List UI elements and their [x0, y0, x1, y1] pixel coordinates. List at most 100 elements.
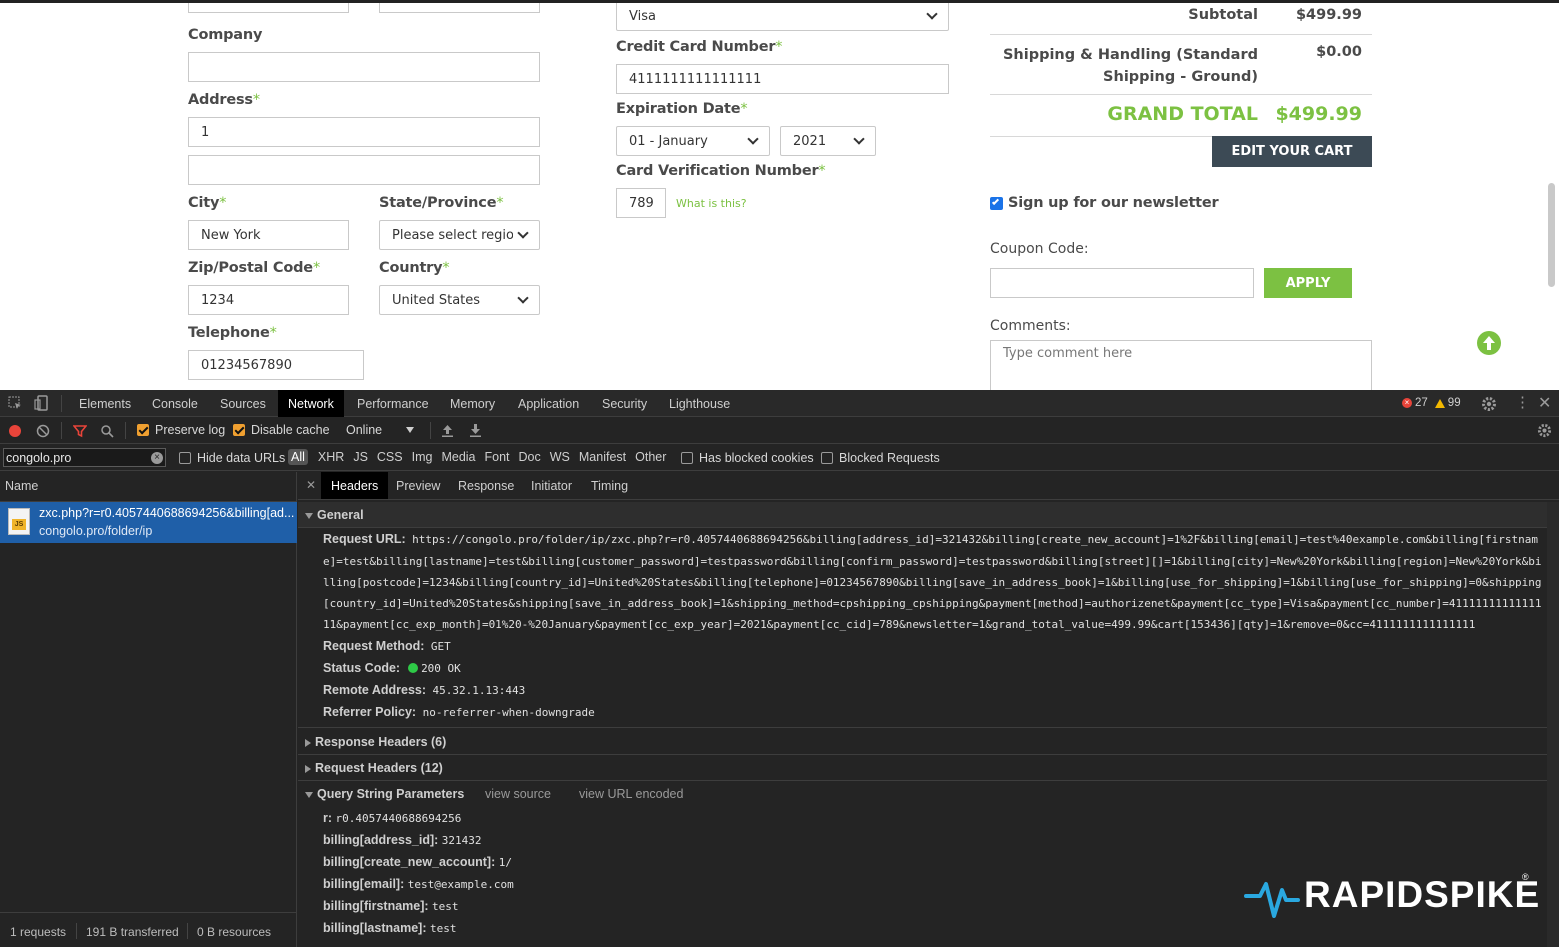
- clear-icon[interactable]: [36, 424, 50, 438]
- device-toolbar-icon[interactable]: [34, 395, 49, 411]
- response-headers-section[interactable]: Response Headers (6): [305, 735, 446, 749]
- apply-coupon-button[interactable]: APPLY: [1264, 268, 1352, 298]
- general-section-header[interactable]: [298, 502, 1559, 528]
- cvv-field[interactable]: 789: [616, 188, 666, 218]
- filter-type-css[interactable]: CSS: [377, 450, 403, 464]
- detail-scrollbar[interactable]: [1547, 502, 1559, 947]
- company-field[interactable]: [188, 52, 540, 82]
- tab-security[interactable]: Security: [602, 390, 647, 417]
- state-select[interactable]: Please select regior: [379, 220, 540, 250]
- filter-icon[interactable]: [73, 424, 87, 438]
- general-title[interactable]: General: [305, 508, 364, 522]
- cvv-help-link[interactable]: What is this?: [676, 197, 747, 210]
- clear-filter-icon[interactable]: ×: [151, 452, 163, 464]
- filter-type-font[interactable]: Font: [485, 450, 510, 464]
- divider: [298, 754, 1547, 755]
- status-bar: 1 requests 191 B transferred 0 B resourc…: [0, 912, 297, 947]
- tab-timing[interactable]: Timing: [591, 472, 628, 499]
- search-icon[interactable]: [100, 424, 114, 438]
- export-har-icon[interactable]: [469, 423, 482, 438]
- filter-bar: congolo.pro × Hide data URLs All XHR JS …: [0, 444, 1559, 471]
- divider: [125, 422, 126, 439]
- tab-headers[interactable]: Headers: [321, 472, 389, 499]
- tab-network[interactable]: Network: [278, 390, 344, 417]
- filter-type-ws[interactable]: WS: [550, 450, 570, 464]
- blocked-requests-checkbox[interactable]: Blocked Requests: [821, 451, 940, 465]
- comments-field[interactable]: Type comment here: [990, 340, 1372, 390]
- tab-elements[interactable]: Elements: [79, 390, 131, 417]
- filter-type-other[interactable]: Other: [635, 450, 666, 464]
- state-label: State/Province*: [379, 195, 504, 211]
- scroll-to-top-icon[interactable]: [1476, 330, 1502, 356]
- hide-data-urls-checkbox[interactable]: Hide data URLs: [179, 451, 285, 465]
- country-select[interactable]: United States: [379, 285, 540, 315]
- cc-type-select[interactable]: Visa: [616, 3, 949, 31]
- tab-memory[interactable]: Memory: [450, 390, 495, 417]
- view-url-encoded-link[interactable]: view URL encoded: [579, 787, 683, 801]
- edit-cart-button[interactable]: EDIT YOUR CART: [1212, 136, 1372, 167]
- filter-type-media[interactable]: Media: [441, 450, 475, 464]
- page-scrollbar[interactable]: [1548, 183, 1555, 287]
- tab-sources[interactable]: Sources: [220, 390, 266, 417]
- tab-response[interactable]: Response: [458, 472, 514, 499]
- close-detail-icon[interactable]: ✕: [306, 478, 316, 492]
- filter-input[interactable]: congolo.pro: [3, 448, 166, 467]
- filter-type-manifest[interactable]: Manifest: [579, 450, 626, 464]
- divider: [298, 780, 1547, 781]
- more-options-icon[interactable]: ⋮: [1515, 394, 1530, 412]
- chevron-down-icon: [517, 227, 529, 239]
- coupon-field[interactable]: [990, 268, 1254, 298]
- city-field[interactable]: New York: [188, 220, 349, 250]
- tab-performance[interactable]: Performance: [357, 390, 429, 417]
- filter-type-doc[interactable]: Doc: [519, 450, 541, 464]
- preserve-log-checkbox[interactable]: Preserve log: [137, 423, 225, 437]
- exp-year-select[interactable]: 2021: [780, 126, 876, 156]
- address2-field[interactable]: [188, 155, 540, 185]
- request-row-selected[interactable]: JS zxc.php?r=r0.4057440688694256&billing…: [0, 502, 297, 543]
- filter-type-xhr[interactable]: XHR: [318, 450, 344, 464]
- address-field[interactable]: 1: [188, 117, 540, 147]
- record-icon[interactable]: [9, 425, 21, 437]
- query-param-row: billing[create_new_account]: 1/: [323, 855, 512, 869]
- request-headers-section[interactable]: Request Headers (12): [305, 761, 443, 775]
- zip-field[interactable]: 1234: [188, 285, 349, 315]
- filter-type-img[interactable]: Img: [412, 450, 433, 464]
- telephone-field[interactable]: 01234567890: [188, 350, 364, 380]
- chevron-down-icon: [853, 133, 865, 145]
- query-params-section[interactable]: Query String Parameters: [305, 787, 464, 801]
- cc-number-field[interactable]: 4111111111111111: [616, 64, 949, 94]
- tab-preview[interactable]: Preview: [396, 472, 440, 499]
- exp-month-select[interactable]: 01 - January: [616, 126, 770, 156]
- close-devtools-icon[interactable]: ✕: [1538, 393, 1551, 413]
- firstname-field[interactable]: [188, 3, 349, 13]
- tab-lighthouse[interactable]: Lighthouse: [669, 390, 730, 417]
- network-settings-gear-icon[interactable]: [1537, 423, 1552, 438]
- throttling-select[interactable]: Online: [346, 423, 418, 437]
- query-param-row: billing[address_id]: 321432: [323, 833, 482, 847]
- coupon-label: Coupon Code:: [990, 241, 1089, 257]
- chevron-down-icon: [747, 133, 759, 145]
- import-har-icon[interactable]: [441, 423, 454, 438]
- name-column-header[interactable]: Name: [5, 479, 38, 493]
- request-path: congolo.pro/folder/ip: [39, 524, 153, 538]
- filter-type-all[interactable]: All: [288, 449, 308, 465]
- tab-application[interactable]: Application: [518, 390, 579, 417]
- status-transferred: 191 B transferred: [86, 925, 179, 939]
- newsletter-checkbox[interactable]: [990, 197, 1003, 210]
- lastname-field[interactable]: [379, 3, 540, 13]
- js-file-icon: JS: [8, 508, 30, 535]
- newsletter-label: Sign up for our newsletter: [1008, 195, 1219, 211]
- filter-type-js[interactable]: JS: [353, 450, 368, 464]
- referrer-policy-row: Referrer Policy: no-referrer-when-downgr…: [323, 705, 595, 719]
- grand-total-value: $499.99: [1275, 103, 1362, 125]
- tab-initiator[interactable]: Initiator: [531, 472, 572, 499]
- checkbox-unchecked-icon: [681, 452, 693, 464]
- has-blocked-cookies-checkbox[interactable]: Has blocked cookies: [681, 451, 814, 465]
- tab-console[interactable]: Console: [152, 390, 198, 417]
- devtools-tabbar: Elements Console Sources Network Perform…: [0, 390, 1559, 417]
- disable-cache-checkbox[interactable]: Disable cache: [233, 423, 330, 437]
- error-count-badge[interactable]: × 27 99: [1402, 397, 1461, 409]
- inspect-element-icon[interactable]: [8, 396, 23, 411]
- settings-gear-icon[interactable]: [1481, 396, 1497, 412]
- view-source-link[interactable]: view source: [485, 787, 551, 801]
